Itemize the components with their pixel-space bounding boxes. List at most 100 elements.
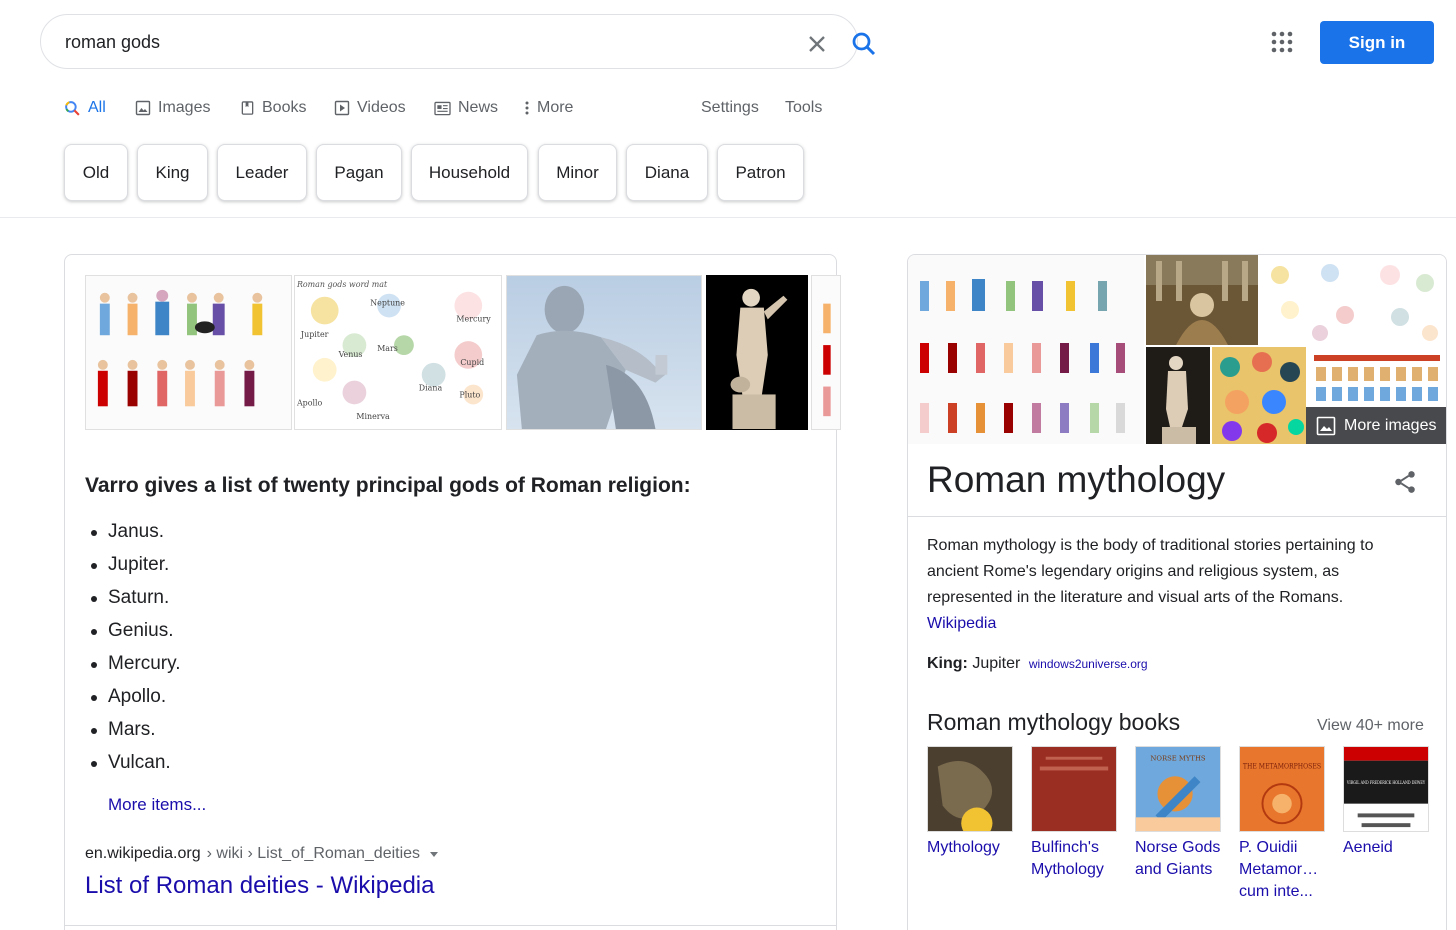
image-icon — [135, 100, 151, 116]
word-mat-thumbnail[interactable]: Roman gods word mat Neptune Mercury Jupi… — [294, 275, 502, 430]
tab-videos-label: Videos — [357, 99, 406, 116]
list-item: Vulcan. — [87, 748, 180, 781]
book-cover — [927, 746, 1013, 832]
book-title: Mythology — [927, 839, 1000, 856]
gods-list: Janus. Jupiter. Saturn. Genius. Mercury.… — [87, 517, 180, 781]
news-icon — [434, 101, 451, 115]
kp-fact-king: King: Jupiter windows2universe.org — [927, 655, 1148, 673]
more-items-link[interactable]: More items... — [108, 795, 206, 815]
word-mat-label: Mars — [377, 344, 398, 353]
close-icon[interactable] — [803, 30, 831, 58]
card-divider — [65, 925, 836, 926]
snippet-heading: Varro gives a list of twenty principal g… — [85, 474, 691, 497]
jupiter-statue-thumbnail[interactable] — [706, 275, 808, 430]
chip-patron[interactable]: Patron — [717, 144, 804, 201]
book-title: Norse Gods and Giants — [1135, 839, 1221, 878]
apollo-statue-thumbnail[interactable] — [506, 275, 702, 430]
chip-leader[interactable]: Leader — [217, 144, 307, 201]
word-mat-label: Jupiter — [300, 330, 329, 339]
book-item-aeneid[interactable]: VIRGIL AND FREDERICK HOLLAND DEWEY Aenei… — [1343, 746, 1433, 859]
chip-diana[interactable]: Diana — [626, 144, 708, 201]
video-icon — [334, 100, 350, 116]
chip-pagan[interactable]: Pagan — [316, 144, 402, 201]
chip-old[interactable]: Old — [64, 144, 128, 201]
word-mat-label: Pluto — [459, 390, 480, 399]
gods-illustration-thumbnail[interactable] — [85, 275, 292, 430]
list-item: Saturn. — [87, 583, 180, 616]
tab-books-label: Books — [262, 99, 307, 116]
kp-divider — [908, 516, 1446, 517]
tab-all[interactable]: All — [64, 96, 106, 120]
wikipedia-link[interactable]: Wikipedia — [927, 615, 996, 632]
tab-images-label: Images — [158, 99, 211, 116]
tab-settings-label: Settings — [701, 99, 759, 116]
kp-fact-label: King: — [927, 655, 968, 672]
kp-fact-source-link[interactable]: windows2universe.org — [1029, 657, 1148, 671]
word-mat-label: Neptune — [370, 299, 405, 308]
search-icon[interactable] — [849, 29, 879, 59]
list-item: Mars. — [87, 715, 180, 748]
apps-grid-icon[interactable] — [1268, 28, 1296, 56]
tab-images[interactable]: Images — [135, 96, 210, 120]
tab-tools-label: Tools — [785, 99, 823, 116]
sign-in-button[interactable]: Sign in — [1320, 21, 1434, 64]
tab-videos[interactable]: Videos — [334, 96, 406, 120]
kp-title: Roman mythology — [927, 459, 1226, 500]
featured-snippet-card: Roman gods word mat Neptune Mercury Jupi… — [64, 254, 841, 930]
chip-minor[interactable]: Minor — [538, 144, 617, 201]
image-icon — [1316, 416, 1336, 435]
result-title-link[interactable]: List of Roman deities - Wikipedia — [85, 872, 434, 900]
tab-more-label: More — [537, 99, 574, 116]
word-mat-label: Cupid — [460, 358, 484, 367]
book-title: Bulfinch's Mythology — [1031, 839, 1104, 878]
tab-books[interactable]: Books — [240, 96, 306, 120]
breadcrumb: en.wikipedia.org › wiki › List_of_Roman_… — [85, 845, 440, 863]
tab-tools[interactable]: Tools — [785, 96, 822, 120]
book-cover: THE METAMORPHOSES — [1239, 746, 1325, 832]
kp-image-word-mat[interactable] — [1260, 255, 1446, 345]
book-cover: VIRGIL AND FREDERICK HOLLAND DEWEY — [1343, 746, 1429, 832]
book-item-metamorphoses[interactable]: THE METAMORPHOSES P. Ouidii Metamor… cum… — [1239, 746, 1329, 903]
book-item-norse[interactable]: NORSE MYTHS Norse Gods and Giants — [1135, 746, 1225, 881]
kp-description: Roman mythology is the body of tradition… — [927, 533, 1407, 637]
search-input[interactable] — [65, 31, 745, 53]
book-cover — [1031, 746, 1117, 832]
tab-settings[interactable]: Settings — [701, 96, 759, 120]
tab-more[interactable]: More — [524, 96, 573, 120]
breadcrumb-domain: en.wikipedia.org — [85, 845, 201, 862]
header-divider — [0, 217, 1456, 218]
kp-image-statue[interactable] — [1146, 347, 1210, 444]
list-item: Mercury. — [87, 649, 180, 682]
book-cover: NORSE MYTHS — [1135, 746, 1221, 832]
view-more-books-link[interactable]: View 40+ more — [1317, 717, 1424, 735]
book-icon — [241, 101, 254, 115]
share-icon[interactable] — [1392, 469, 1418, 495]
chip-king[interactable]: King — [137, 144, 208, 201]
caret-down-icon[interactable] — [428, 848, 440, 860]
chip-household[interactable]: Household — [411, 144, 528, 201]
kp-image-gods-illustration[interactable] — [908, 255, 1144, 444]
word-mat-label: Diana — [419, 384, 443, 393]
kp-image-painting[interactable] — [1146, 255, 1258, 345]
word-mat-label: Apollo — [296, 398, 323, 407]
tab-news-label: News — [458, 99, 499, 116]
book-cover-text: THE METAMORPHOSES — [1243, 761, 1321, 770]
search-icon — [65, 100, 80, 116]
word-mat-title: Roman gods word mat — [296, 280, 388, 289]
kp-description-text: Roman mythology is the body of tradition… — [927, 537, 1374, 606]
book-item-bulfinch[interactable]: Bulfinch's Mythology — [1031, 746, 1121, 881]
list-item: Jupiter. — [87, 550, 180, 583]
book-title: Aeneid — [1343, 839, 1393, 856]
list-item: Janus. — [87, 517, 180, 550]
more-vert-icon — [525, 101, 529, 115]
gods-illustration-thumbnail-partial[interactable] — [811, 275, 841, 430]
more-images-button[interactable]: More images — [1306, 407, 1446, 444]
list-item: Genius. — [87, 616, 180, 649]
word-mat-label: Venus — [338, 350, 363, 359]
word-mat-label: Minerva — [356, 412, 390, 421]
book-cover-text: VIRGIL AND FREDERICK HOLLAND DEWEY — [1346, 780, 1425, 786]
kp-image-collage[interactable] — [1212, 347, 1306, 444]
books-heading: Roman mythology books — [927, 709, 1181, 735]
book-item-mythology[interactable]: Mythology — [927, 746, 1017, 859]
tab-news[interactable]: News — [434, 96, 498, 120]
